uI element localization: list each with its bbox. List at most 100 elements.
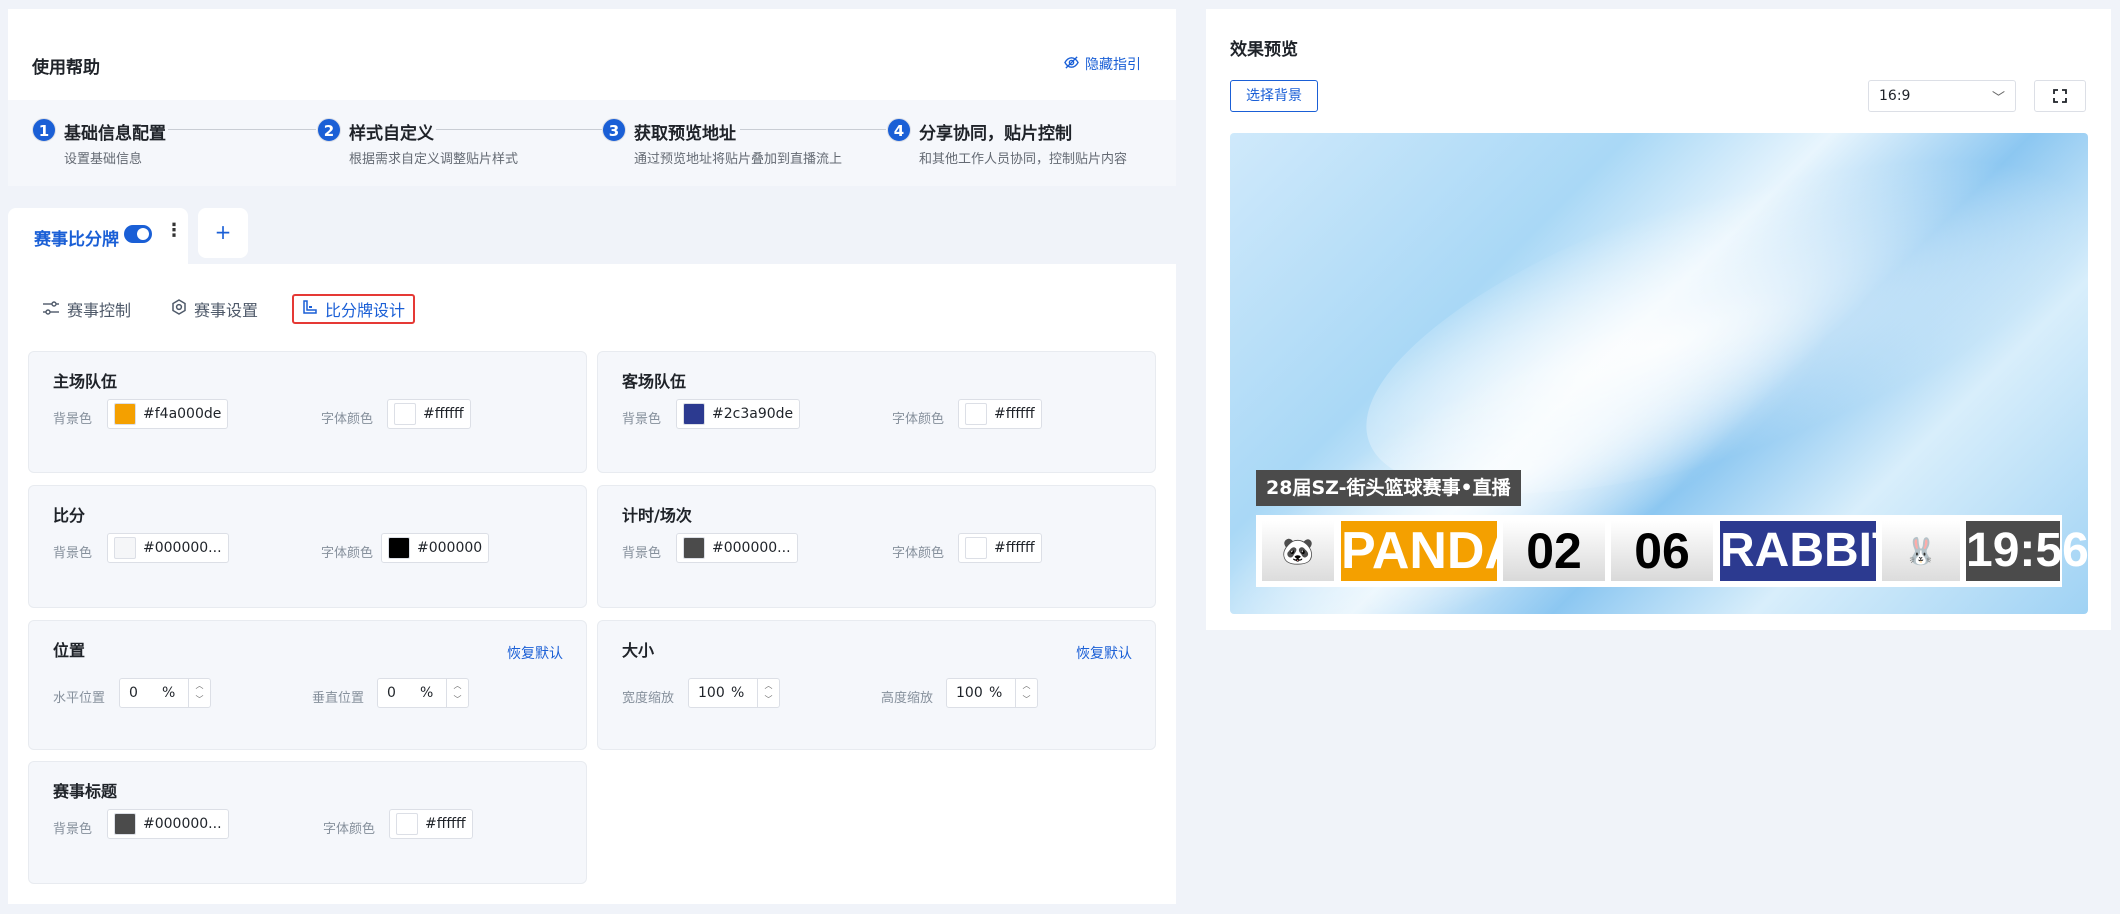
font-color-label: 字体颜色 — [323, 822, 376, 837]
tab-scoreboard[interactable]: 赛事比分牌 ⋮ — [8, 208, 188, 264]
game-clock: 19:56 — [1966, 521, 2088, 581]
color-value: #000000... — [143, 540, 222, 556]
color-value: #2c3a90de — [712, 406, 794, 422]
home-font-color-picker[interactable]: #ffffff — [387, 399, 471, 429]
eye-off-icon — [1064, 55, 1079, 74]
color-value: #ffffff — [425, 816, 466, 832]
add-tab-button[interactable]: + — [198, 208, 248, 258]
color-value: #ffffff — [423, 406, 464, 422]
tab-label: 比分牌设计 — [325, 301, 406, 320]
more-menu-icon[interactable]: ⋮ — [165, 220, 183, 241]
percent-unit: % — [989, 685, 1003, 701]
color-swatch — [396, 813, 418, 835]
input-value: 100 — [698, 685, 725, 701]
score-bg-color-picker[interactable]: #000000... — [107, 533, 229, 563]
aspect-ratio-select[interactable]: 16:9 ﹀ — [1868, 80, 2016, 112]
percent-unit: % — [162, 685, 176, 701]
step-number: 1 — [32, 118, 56, 142]
chevron-down-icon: ﹀ — [1991, 91, 2005, 106]
color-swatch — [683, 403, 705, 425]
home-logo: 🐼 — [1262, 521, 1334, 581]
away-logo: 🐰 — [1882, 521, 1960, 581]
section-title: 主场队伍 — [53, 372, 118, 391]
color-swatch — [114, 537, 136, 559]
gear-icon — [171, 299, 187, 319]
timer-section: 计时/场次 背景色 #000000... 字体颜色 #ffffff — [597, 485, 1156, 608]
color-value: #000000 — [417, 540, 483, 556]
stepper-arrows-icon[interactable]: ︿ ﹀ — [446, 679, 468, 707]
away-bg-color-picker[interactable]: #2c3a90de — [676, 399, 801, 429]
color-swatch — [114, 403, 136, 425]
font-color-label: 字体颜色 — [321, 412, 374, 427]
away-team-name: RABBIT — [1720, 521, 1901, 581]
sliders-icon — [42, 300, 60, 319]
step-label: 获取预览地址 — [634, 124, 736, 144]
timer-bg-color-picker[interactable]: #000000... — [676, 533, 798, 563]
size-reset-button[interactable]: 恢复默认 — [1076, 643, 1132, 663]
tab-event-settings[interactable]: 赛事设置 — [171, 294, 258, 324]
section-title: 大小 — [622, 641, 655, 660]
enable-toggle[interactable] — [124, 225, 152, 243]
steps-bar: 1 基础信息配置 设置基础信息 2 样式自定义 根据需求自定义调整贴片样式 3 … — [8, 100, 1176, 186]
away-score: 06 — [1611, 521, 1713, 581]
step-connector — [740, 129, 886, 130]
choose-background-button[interactable]: 选择背景 — [1230, 80, 1318, 112]
v-pos-input[interactable]: 0 % ︿ ﹀ — [377, 678, 469, 708]
timer-font-color-picker[interactable]: #ffffff — [958, 533, 1042, 563]
stepper-arrows-icon[interactable]: ︿ ﹀ — [188, 679, 210, 707]
step-desc: 设置基础信息 — [64, 152, 143, 167]
color-swatch — [394, 403, 416, 425]
stepper-arrows-icon[interactable]: ︿ ﹀ — [1015, 679, 1037, 707]
title-font-color-picker[interactable]: #ffffff — [389, 809, 473, 839]
step-desc: 和其他工作人员协同，控制贴片内容 — [919, 152, 1128, 167]
tab-label: 赛事控制 — [67, 301, 132, 320]
step-number: 2 — [317, 118, 341, 142]
tab-label: 赛事比分牌 — [34, 230, 119, 250]
preview-title: 效果预览 — [1230, 40, 1298, 60]
step-desc: 根据需求自定义调整贴片样式 — [349, 152, 519, 167]
step-number: 3 — [602, 118, 626, 142]
fullscreen-button[interactable] — [2034, 80, 2086, 112]
color-value: #ffffff — [994, 406, 1035, 422]
tab-scoreboard-design[interactable]: 比分牌设计 — [292, 294, 416, 324]
font-color-label: 字体颜色 — [321, 546, 374, 561]
title-bg-color-picker[interactable]: #000000... — [107, 809, 229, 839]
position-reset-button[interactable]: 恢复默认 — [507, 643, 563, 663]
font-color-label: 字体颜色 — [892, 412, 945, 427]
bg-label: 背景色 — [53, 822, 93, 837]
color-value: #ffffff — [994, 540, 1035, 556]
w-scale-label: 宽度缩放 — [622, 691, 675, 706]
section-title: 计时/场次 — [622, 506, 692, 525]
home-team-section: 主场队伍 背景色 #f4a000de 字体颜色 #ffffff — [28, 351, 587, 473]
step-label: 基础信息配置 — [64, 124, 166, 144]
input-value: 0 — [129, 685, 138, 701]
stepper-arrows-icon[interactable]: ︿ ﹀ — [757, 679, 779, 707]
input-value: 100 — [956, 685, 983, 701]
h-pos-input[interactable]: 0 % ︿ ﹀ — [119, 678, 211, 708]
hide-guide-label: 隐藏指引 — [1085, 57, 1141, 73]
step-connector — [168, 129, 316, 130]
tab-event-control[interactable]: 赛事控制 — [42, 294, 131, 324]
h-scale-input[interactable]: 100 % ︿ ﹀ — [946, 678, 1038, 708]
h-scale-label: 高度缩放 — [881, 691, 934, 706]
bg-label: 背景色 — [622, 412, 662, 427]
select-value: 16:9 — [1879, 88, 1911, 104]
hide-guide-button[interactable]: 隐藏指引 — [1064, 54, 1141, 74]
color-swatch — [965, 537, 987, 559]
step-label: 样式自定义 — [349, 124, 434, 144]
home-bg-color-picker[interactable]: #f4a000de — [107, 399, 229, 429]
color-value: #f4a000de — [143, 406, 222, 422]
color-swatch — [683, 537, 705, 559]
input-value: 0 — [387, 685, 396, 701]
w-scale-input[interactable]: 100 % ︿ ﹀ — [688, 678, 780, 708]
section-title: 比分 — [53, 506, 86, 525]
design-icon — [302, 299, 318, 319]
score-font-color-picker[interactable]: #000000 — [381, 533, 490, 563]
home-team-name: PANDA — [1341, 521, 1523, 581]
font-color-label: 字体颜色 — [892, 546, 945, 561]
scoreboard: 🐼 PANDA 02 06 RABBIT 🐰 19:56 — [1256, 515, 2088, 587]
bg-label: 背景色 — [622, 546, 662, 561]
color-swatch — [388, 537, 410, 559]
percent-unit: % — [420, 685, 434, 701]
away-font-color-picker[interactable]: #ffffff — [958, 399, 1042, 429]
